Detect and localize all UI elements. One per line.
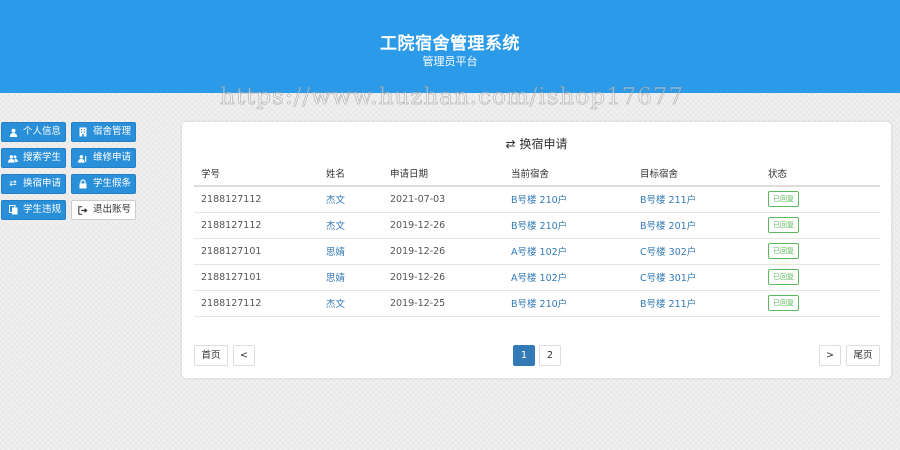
cell-target-dorm-link[interactable]: B号楼 201户 (633, 212, 761, 239)
sidebar-item-dorm-exchange[interactable]: ⇄ 换宿申请 (1, 174, 66, 194)
app-header: 工院宿舍管理系统 管理员平台 (0, 0, 900, 93)
panel-title-text: 换宿申请 (519, 137, 568, 151)
status-badge[interactable]: 已回复 (768, 243, 799, 259)
cell-status: 已回复 (761, 238, 880, 265)
exchange-request-table: 学号 姓名 申请日期 当前宿舍 目标宿舍 状态 2188127112 杰文 20… (194, 160, 880, 317)
column-header-status: 状态 (761, 160, 880, 187)
status-badge[interactable]: 已回复 (768, 191, 799, 208)
cell-date: 2019-12-25 (383, 290, 504, 317)
exchange-request-panel: ⇄ 换宿申请 学号 姓名 申请日期 当前宿舍 目标宿舍 状态 2188127112… (182, 122, 891, 378)
cell-name-link[interactable]: 思婧 (319, 238, 383, 265)
next-page-button[interactable]: > (819, 345, 841, 366)
cell-date: 2021-07-03 (383, 186, 504, 213)
logout-icon (78, 205, 88, 215)
app-subtitle: 管理员平台 (422, 55, 478, 68)
cell-target-dorm-link[interactable]: B号楼 211户 (633, 186, 761, 213)
cell-student-id: 2188127112 (194, 212, 319, 239)
sidebar-item-dorm-manage[interactable]: 宿舍管理 (71, 122, 136, 142)
cell-student-id: 2188127112 (194, 186, 319, 213)
page-button-2[interactable]: 2 (539, 345, 561, 366)
repair-icon (78, 153, 88, 163)
status-badge[interactable]: 已回复 (768, 217, 799, 233)
table-row: 2188127112 杰文 2019-12-26 B号楼 210户 B号楼 20… (194, 212, 880, 239)
building-icon (78, 127, 88, 137)
first-page-button[interactable]: 首页 (194, 345, 228, 366)
sidebar-item-label: 学生假条 (93, 178, 132, 189)
cell-student-id: 2188127101 (194, 264, 319, 291)
sidebar-item-label: 搜索学生 (23, 152, 62, 163)
logout-button[interactable]: 退出账号 (71, 200, 136, 220)
sidebar-item-student-leave[interactable]: 学生假条 (71, 174, 136, 194)
app-title: 工院宿舍管理系统 (380, 34, 520, 54)
cell-target-dorm-link[interactable]: C号楼 301户 (633, 264, 761, 291)
sidebar-item-label: 个人信息 (23, 126, 62, 137)
column-header-date: 申请日期 (383, 160, 504, 187)
sidebar-item-label: 换宿申请 (23, 178, 62, 189)
cell-name-link[interactable]: 杰文 (319, 290, 383, 317)
exchange-icon: ⇄ (505, 137, 516, 151)
cell-current-dorm-link[interactable]: B号楼 210户 (504, 212, 633, 239)
column-header-student-id: 学号 (194, 160, 319, 187)
panel-title: ⇄ 换宿申请 (182, 135, 891, 152)
cell-target-dorm-link[interactable]: B号楼 211户 (633, 290, 761, 317)
user-icon (8, 127, 18, 137)
cell-student-id: 2188127112 (194, 290, 319, 317)
users-icon (8, 153, 18, 163)
cell-current-dorm-link[interactable]: B号楼 210户 (504, 290, 633, 317)
table-header-row: 学号 姓名 申请日期 当前宿舍 目标宿舍 状态 (194, 160, 880, 187)
cell-name-link[interactable]: 杰文 (319, 186, 383, 213)
cell-status: 已回复 (761, 290, 880, 317)
cell-current-dorm-link[interactable]: A号楼 102户 (504, 238, 633, 265)
copy-icon (8, 205, 18, 215)
table-row: 2188127112 杰文 2019-12-25 B号楼 210户 B号楼 21… (194, 290, 880, 317)
sidebar-item-label: 学生违规 (23, 204, 62, 215)
sidebar-item-search-student[interactable]: 搜索学生 (1, 148, 66, 168)
status-badge[interactable]: 已回复 (768, 269, 799, 285)
cell-target-dorm-link[interactable]: C号楼 302户 (633, 238, 761, 265)
prev-page-button[interactable]: < (233, 345, 255, 366)
column-header-name: 姓名 (319, 160, 383, 187)
column-header-current-dorm: 当前宿舍 (504, 160, 633, 187)
table-row: 2188127101 思婧 2019-12-26 A号楼 102户 C号楼 30… (194, 238, 880, 265)
cell-status: 已回复 (761, 264, 880, 291)
sidebar-item-student-violation[interactable]: 学生违规 (1, 200, 66, 220)
cell-current-dorm-link[interactable]: A号楼 102户 (504, 264, 633, 291)
sidebar-item-profile[interactable]: 个人信息 (1, 122, 66, 142)
sidebar-item-label: 维修申请 (93, 152, 132, 163)
sidebar-item-label: 退出账号 (93, 204, 132, 215)
cell-student-id: 2188127101 (194, 238, 319, 265)
page-button-1[interactable]: 1 (513, 345, 535, 366)
cell-date: 2019-12-26 (383, 212, 504, 239)
cell-name-link[interactable]: 思婧 (319, 264, 383, 291)
sidebar-item-label: 宿舍管理 (93, 126, 132, 137)
cell-name-link[interactable]: 杰文 (319, 212, 383, 239)
last-page-button[interactable]: 尾页 (846, 345, 880, 366)
status-badge[interactable]: 已回复 (768, 295, 799, 311)
column-header-target-dorm: 目标宿舍 (633, 160, 761, 187)
lock-icon (78, 179, 88, 189)
cell-date: 2019-12-26 (383, 264, 504, 291)
exchange-icon: ⇄ (9, 179, 17, 189)
cell-current-dorm-link[interactable]: B号楼 210户 (504, 186, 633, 213)
table-row: 2188127112 杰文 2021-07-03 B号楼 210户 B号楼 21… (194, 186, 880, 213)
cell-status: 已回复 (761, 212, 880, 239)
cell-date: 2019-12-26 (383, 238, 504, 265)
sidebar-item-repair-request[interactable]: 维修申请 (71, 148, 136, 168)
cell-status: 已回复 (761, 186, 880, 213)
table-row: 2188127101 思婧 2019-12-26 A号楼 102户 C号楼 30… (194, 264, 880, 291)
